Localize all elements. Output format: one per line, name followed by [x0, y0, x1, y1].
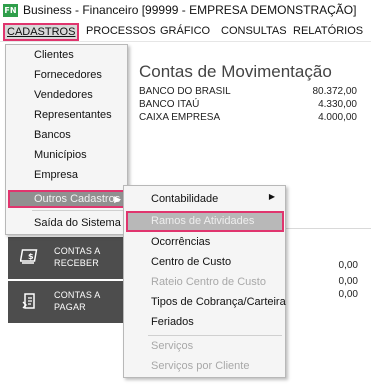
contas-pagar-tile[interactable]: CONTAS A PAGAR: [8, 281, 126, 323]
menu-processos[interactable]: PROCESSOS: [84, 23, 158, 41]
tile-label: CONTAS A PAGAR: [54, 289, 100, 313]
account-amount: 4.000,00: [318, 112, 357, 123]
svg-text:$: $: [28, 252, 34, 261]
menu-item-outros-cadastros-label: Outros Cadastros: [34, 193, 121, 205]
account-name: BANCO ITAÚ: [139, 99, 200, 110]
tile-label-line1: CONTAS A: [54, 246, 101, 256]
pay-document-icon: [22, 293, 35, 309]
submenu-item-ocorrencias[interactable]: Ocorrências: [151, 234, 210, 250]
outros-cadastros-submenu: Contabilidade ▶ Ramos de Atividades Ocor…: [123, 185, 286, 378]
title-bar: FN Business - Financeiro [99999 - EMPRES…: [0, 0, 371, 20]
menu-item-clientes[interactable]: Clientes: [34, 47, 74, 63]
window-title: Business - Financeiro [99999 - EMPRESA D…: [23, 3, 357, 17]
menu-grafico[interactable]: GRÁFICO: [158, 23, 212, 41]
menu-cadastros-label: CADASTROS: [7, 26, 76, 38]
menu-relatorios[interactable]: RELATÓRIOS: [291, 23, 365, 41]
menu-item-outros-cadastros[interactable]: Outros Cadastros ▶: [8, 190, 126, 208]
submenu-item-feriados[interactable]: Feriados: [151, 314, 194, 330]
menu-item-saida-sistema[interactable]: Saída do Sistema: [34, 215, 121, 231]
submenu-item-servicos-cliente: Serviços por Cliente: [151, 360, 250, 372]
menu-item-empresa[interactable]: Empresa: [34, 167, 78, 183]
tile-label: CONTAS A RECEBER: [54, 245, 100, 269]
menu-item-municipios[interactable]: Municípios: [34, 147, 87, 163]
menu-separator: [148, 335, 282, 336]
menu-consultas[interactable]: CONSULTAS: [219, 23, 289, 41]
summary-value: 0,00: [338, 276, 358, 287]
receive-money-icon: $: [20, 249, 38, 264]
submenu-item-servicos: Serviços: [151, 340, 194, 352]
menu-bar: CADASTROS PROCESSOS GRÁFICO CONSULTAS RE…: [0, 21, 371, 42]
menu-item-bancos[interactable]: Bancos: [34, 127, 71, 143]
account-row: BANCO ITAÚ 4.330,00: [139, 99, 357, 112]
summary-value: 0,00: [338, 289, 358, 300]
account-row: BANCO DO BRASIL 80.372,00: [139, 86, 357, 99]
account-amount: 4.330,00: [318, 99, 357, 110]
submenu-item-rateio-centro-custo: Rateio Centro de Custo: [151, 276, 266, 288]
account-row: CAIXA EMPRESA 4.000,00: [139, 112, 357, 125]
account-name: CAIXA EMPRESA: [139, 112, 221, 123]
submenu-item-contabilidade[interactable]: Contabilidade: [151, 191, 218, 207]
app-logo-icon: FN: [3, 3, 18, 17]
summary-value: 0,00: [338, 260, 358, 271]
menu-item-vendedores[interactable]: Vendedores: [34, 87, 93, 103]
tile-label-line2: RECEBER: [54, 258, 99, 268]
account-amount: 80.372,00: [312, 86, 358, 97]
chevron-right-icon: ▶: [268, 192, 275, 201]
submenu-item-ramos-atividades[interactable]: Ramos de Atividades: [126, 211, 284, 232]
menu-item-fornecedores[interactable]: Fornecedores: [34, 67, 102, 83]
chevron-right-icon: ▶: [114, 194, 121, 204]
cadastros-dropdown: Clientes Fornecedores Vendedores Represe…: [5, 44, 128, 235]
tile-label-line1: CONTAS A: [54, 290, 101, 300]
accounts-title: Contas de Movimentação: [139, 62, 332, 81]
submenu-item-tipos-cobranca[interactable]: Tipos de Cobrança/Carteira: [151, 294, 286, 310]
menu-item-representantes[interactable]: Representantes: [34, 107, 112, 123]
tile-label-line2: PAGAR: [54, 302, 86, 312]
menu-separator: [32, 210, 124, 211]
account-name: BANCO DO BRASIL: [139, 86, 231, 97]
submenu-item-contabilidade-label: Contabilidade: [151, 193, 219, 205]
menu-cadastros[interactable]: CADASTROS: [3, 23, 80, 41]
submenu-item-centro-custo[interactable]: Centro de Custo: [151, 254, 231, 270]
contas-receber-tile[interactable]: $ CONTAS A RECEBER: [8, 237, 126, 279]
submenu-item-ramos-atividades-label: Ramos de Atividades: [151, 215, 255, 227]
